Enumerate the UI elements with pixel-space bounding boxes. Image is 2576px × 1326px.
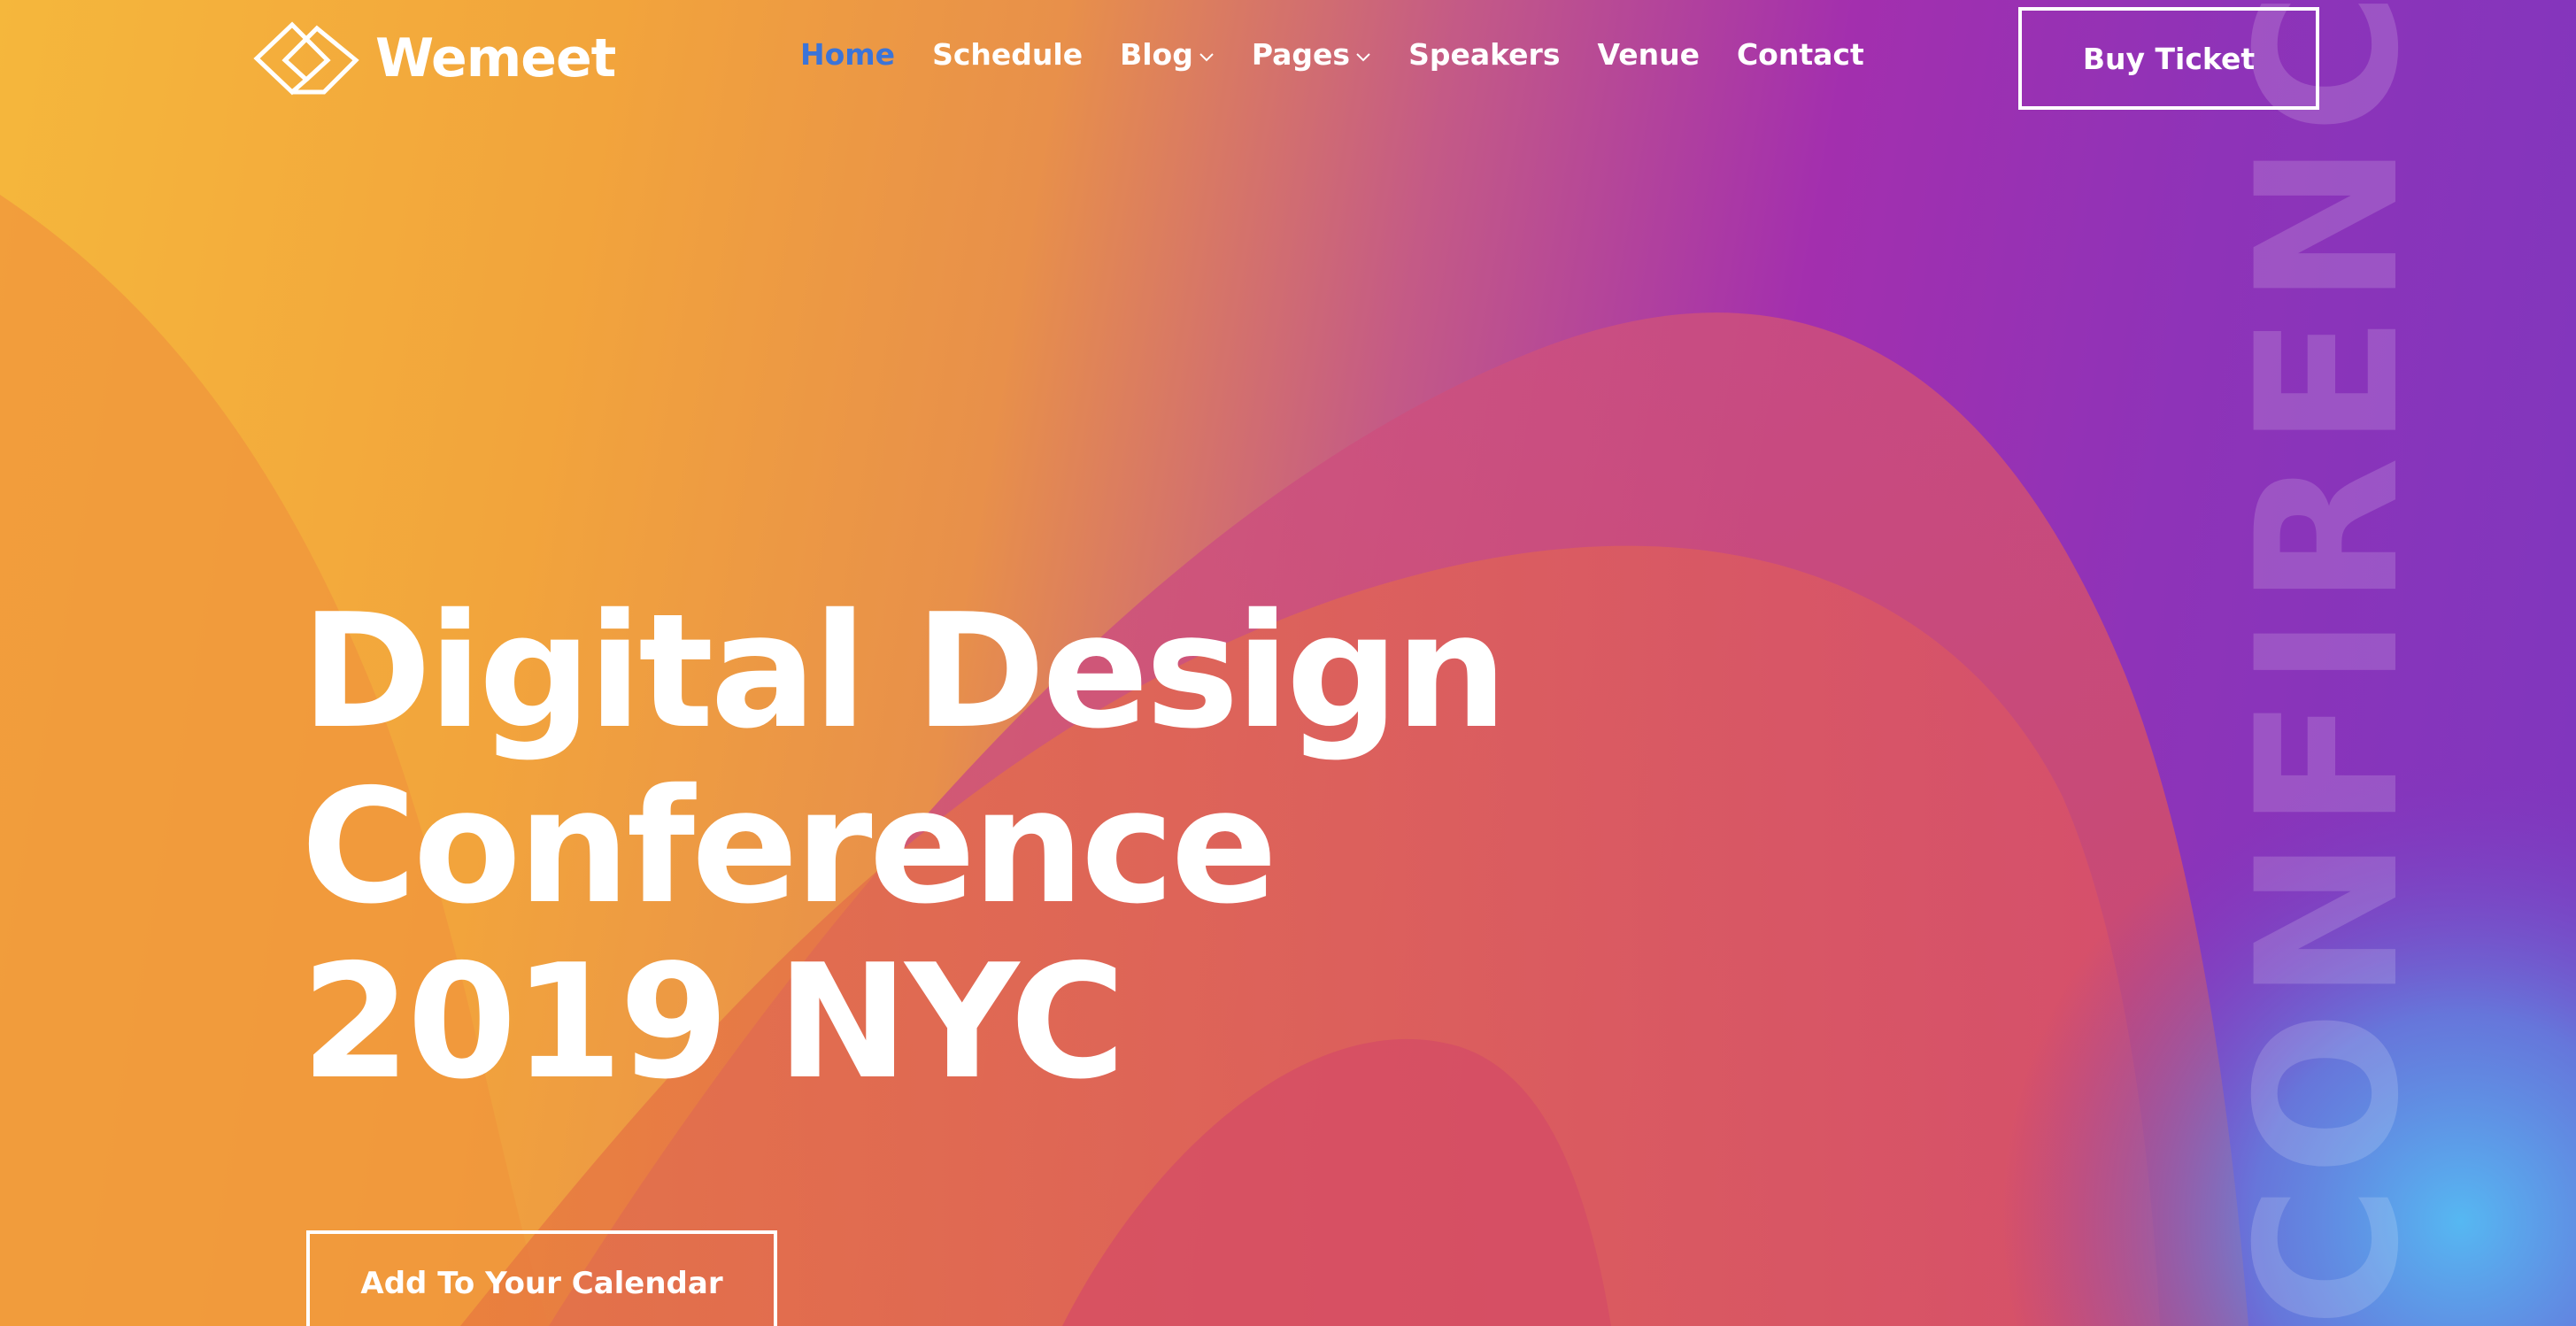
hero-title: Digital Design Conference 2019 NYC bbox=[301, 580, 1508, 1114]
nav-item-pages[interactable]: Pages bbox=[1252, 37, 1371, 72]
nav-item-label: Home bbox=[800, 37, 896, 72]
add-to-calendar-button[interactable]: Add To Your Calendar bbox=[306, 1230, 777, 1326]
nav-item-home[interactable]: Home bbox=[800, 37, 895, 72]
hero-title-line: Digital Design bbox=[301, 580, 1508, 763]
brand-name: Wemeet bbox=[375, 27, 616, 89]
hero-title-line: Conference bbox=[301, 755, 1277, 938]
nav-item-label: Pages bbox=[1251, 37, 1351, 72]
hero-section: Wemeet Home Schedule Blog Pages Speakers… bbox=[0, 0, 2576, 1326]
chevron-down-icon bbox=[1199, 52, 1214, 61]
nav-item-blog[interactable]: Blog bbox=[1120, 37, 1215, 72]
chevron-down-icon bbox=[1356, 52, 1370, 61]
vertical-decorative-word: CONFIRENCE bbox=[2215, 0, 2441, 1326]
main-nav: Home Schedule Blog Pages Speakers Venue … bbox=[800, 37, 1864, 72]
nav-item-label: Contact bbox=[1736, 37, 1864, 72]
nav-item-label: Schedule bbox=[932, 37, 1084, 72]
nav-item-schedule[interactable]: Schedule bbox=[932, 37, 1083, 72]
diamond-logo-icon bbox=[253, 21, 359, 96]
nav-item-label: Speakers bbox=[1408, 37, 1561, 72]
nav-item-contact[interactable]: Contact bbox=[1737, 37, 1864, 72]
brand-logo[interactable]: Wemeet bbox=[253, 21, 616, 96]
nav-item-label: Venue bbox=[1597, 37, 1700, 72]
nav-item-venue[interactable]: Venue bbox=[1597, 37, 1699, 72]
nav-item-label: Blog bbox=[1120, 37, 1193, 72]
nav-item-speakers[interactable]: Speakers bbox=[1408, 37, 1560, 72]
hero-title-line: 2019 NYC bbox=[301, 930, 1126, 1114]
